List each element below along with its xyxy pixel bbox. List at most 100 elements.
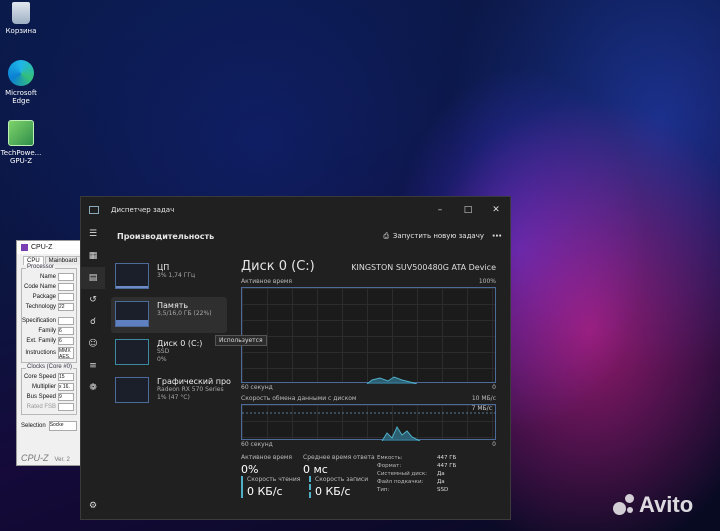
active-time-plot bbox=[366, 376, 418, 384]
startup-apps-icon[interactable]: ☌ bbox=[81, 311, 105, 333]
graph1-max: 100% bbox=[478, 278, 496, 285]
run-new-task-button[interactable]: ⎙ Запустить новую задачу bbox=[383, 232, 484, 241]
cpuz-field-label: Bus Speed bbox=[26, 394, 56, 400]
perf-item-gpu[interactable]: Графический про Radeon RX 570 Series 1% (4… bbox=[111, 373, 231, 409]
cpuz-field-value: MMX AES, bbox=[58, 347, 74, 359]
services-icon[interactable]: ❁ bbox=[81, 377, 105, 399]
desktop-icon-gpuz[interactable]: TechPowe... GPU-Z bbox=[0, 120, 42, 165]
page-title: Производительность bbox=[117, 231, 215, 241]
graph2-max: 10 МБ/с bbox=[471, 395, 496, 402]
perf-item-sub: SSD bbox=[157, 348, 170, 355]
perf-item-sub2: 1% (47 °C) bbox=[157, 394, 190, 401]
details-icon[interactable]: ≡ bbox=[81, 355, 105, 377]
cpuz-field-value: 15 bbox=[58, 373, 74, 381]
cpuz-field-label: Rated FSB bbox=[26, 404, 56, 410]
cpuz-field-label: Package bbox=[32, 294, 56, 300]
cpuz-version: Ver. 2 bbox=[54, 457, 70, 463]
perf-item-sub: Radeon RX 570 Series bbox=[157, 386, 224, 393]
cpuz-selection: Selection Socke bbox=[21, 421, 77, 431]
avito-dots-icon bbox=[613, 494, 635, 516]
graph2-time: 60 секунд bbox=[241, 441, 273, 448]
disk-properties: Емкость: 447 ГБ Формат: 447 ГБ Системный д… bbox=[377, 454, 467, 494]
active-time-graph bbox=[241, 287, 496, 384]
perf-item-memory[interactable]: Память 3,5/16,0 ГБ (22%) bbox=[111, 297, 227, 333]
cpuz-field-value: 6 bbox=[58, 327, 74, 335]
cpuz-field: Technology 22 bbox=[22, 302, 76, 312]
prop-key: Системный диск: bbox=[377, 471, 428, 477]
tooltip: Используется bbox=[215, 335, 267, 346]
cpuz-field-label: Code Name bbox=[23, 284, 56, 290]
prop-value: 447 ГБ bbox=[437, 463, 457, 469]
desktop-icon-edge[interactable]: Microsoft Edge bbox=[0, 60, 42, 105]
cpuz-field: Family 6 bbox=[22, 326, 76, 336]
settings-icon[interactable]: ⚙ bbox=[81, 495, 105, 517]
graph1-min: 0 bbox=[492, 384, 496, 391]
cpuz-field: Name bbox=[22, 272, 76, 282]
response-time-label: Среднее время ответа bbox=[303, 454, 375, 461]
cpuz-window[interactable]: CPU-Z CPU Mainboard Processor Name Code … bbox=[16, 240, 82, 466]
graph1-label: Активное время bbox=[241, 278, 293, 285]
perf-item-name: Память bbox=[157, 301, 189, 310]
cpuz-processor-group: Processor Name Code Name Package Technol… bbox=[21, 264, 77, 363]
perf-item-name: Графический про bbox=[157, 377, 231, 386]
cpuz-title: CPU-Z bbox=[31, 244, 53, 251]
perf-item-sub2: 0% bbox=[157, 356, 167, 363]
write-speed-value: 0 КБ/с bbox=[315, 485, 351, 498]
cpuz-field-label: Name bbox=[39, 274, 56, 280]
cpuz-field: Package bbox=[22, 292, 76, 302]
cpuz-field-label: Family bbox=[38, 328, 56, 334]
prop-value: 447 ГБ bbox=[437, 455, 457, 461]
cpuz-field: Ext. Family 6 bbox=[22, 336, 76, 346]
avito-watermark: Avito bbox=[613, 492, 693, 518]
cpuz-selection-label: Selection bbox=[21, 423, 46, 429]
maximize-icon[interactable]: □ bbox=[454, 205, 482, 215]
perf-item-sub: 3,5/16,0 ГБ (22%) bbox=[157, 310, 212, 317]
read-speed: Скорость чтения 0 КБ/с bbox=[241, 476, 309, 498]
prop-value: Да bbox=[437, 479, 445, 485]
more-options-icon[interactable]: ⋯ bbox=[484, 231, 510, 242]
cpuz-field: Specification bbox=[22, 316, 76, 326]
close-icon[interactable]: ✕ bbox=[482, 205, 510, 215]
desktop-icon-recycle-bin[interactable]: Корзина bbox=[0, 2, 42, 35]
perf-item-cpu[interactable]: ЦП 3% 1,74 ГГц bbox=[111, 259, 227, 295]
read-speed-label: Скорость чтения bbox=[247, 476, 301, 483]
cpuz-field-value: x 16. bbox=[58, 383, 74, 391]
prop-key: Емкость: bbox=[377, 455, 403, 461]
perf-item-name: ЦП bbox=[157, 263, 170, 272]
run-task-label: Запустить новую задачу bbox=[392, 232, 484, 240]
memory-sparkline bbox=[115, 301, 149, 327]
cpuz-socket-select[interactable]: Socke bbox=[48, 421, 77, 431]
tm-title: Диспетчер задач bbox=[111, 206, 175, 214]
performance-icon[interactable]: ▤ bbox=[81, 267, 105, 289]
cpuz-field-label: Core Speed bbox=[23, 374, 56, 380]
cpuz-titlebar[interactable]: CPU-Z bbox=[17, 241, 81, 254]
perf-item-sub: 3% 1,74 ГГц bbox=[157, 272, 196, 279]
hamburger-menu-icon[interactable]: ☰ bbox=[81, 223, 105, 245]
cpuz-field: Core Speed 15 bbox=[22, 372, 76, 382]
app-history-icon[interactable]: ↺ bbox=[81, 289, 105, 311]
recycle-bin-icon bbox=[12, 2, 30, 24]
prop-value: Да bbox=[437, 471, 445, 477]
cpuz-clocks-group: Clocks (Core #0) Core Speed 15 Multiplier… bbox=[21, 364, 77, 415]
cpuz-field-value: 9 bbox=[58, 393, 74, 401]
cpuz-field: Instructions MMX AES, bbox=[22, 346, 76, 360]
active-time-label: Активное время bbox=[241, 454, 293, 461]
performance-list: ЦП 3% 1,74 ГГц Память 3,5/16,0 ГБ (22%) Ди… bbox=[111, 259, 231, 411]
tm-nav-rail: ☰ ▦ ▤ ↺ ☌ ☺ ≡ ❁ ⚙ bbox=[81, 223, 105, 519]
desktop-icon-label: Microsoft Edge bbox=[5, 89, 37, 105]
cpuz-field-label: Technology bbox=[25, 304, 56, 310]
processes-icon[interactable]: ▦ bbox=[81, 245, 105, 267]
cpuz-field-value bbox=[58, 317, 74, 325]
task-manager-window[interactable]: Диспетчер задач – □ ✕ ☰ ▦ ▤ ↺ ☌ ☺ ≡ ❁ ⚙ … bbox=[80, 196, 511, 520]
cpuz-field-value bbox=[58, 403, 74, 411]
tm-header: Производительность ⎙ Запустить новую зад… bbox=[105, 223, 510, 249]
users-icon[interactable]: ☺ bbox=[81, 333, 105, 355]
edge-icon bbox=[8, 60, 34, 86]
cpuz-field-value: 6 bbox=[58, 337, 74, 345]
minimize-icon[interactable]: – bbox=[426, 205, 454, 215]
perf-item-disk[interactable]: Диск 0 (C:) SSD 0% bbox=[111, 335, 227, 371]
cpuz-field: Rated FSB bbox=[22, 402, 76, 412]
avito-wordmark: Avito bbox=[639, 492, 694, 517]
disk-sparkline bbox=[115, 339, 149, 365]
tm-titlebar[interactable]: Диспетчер задач – □ ✕ bbox=[81, 197, 510, 223]
